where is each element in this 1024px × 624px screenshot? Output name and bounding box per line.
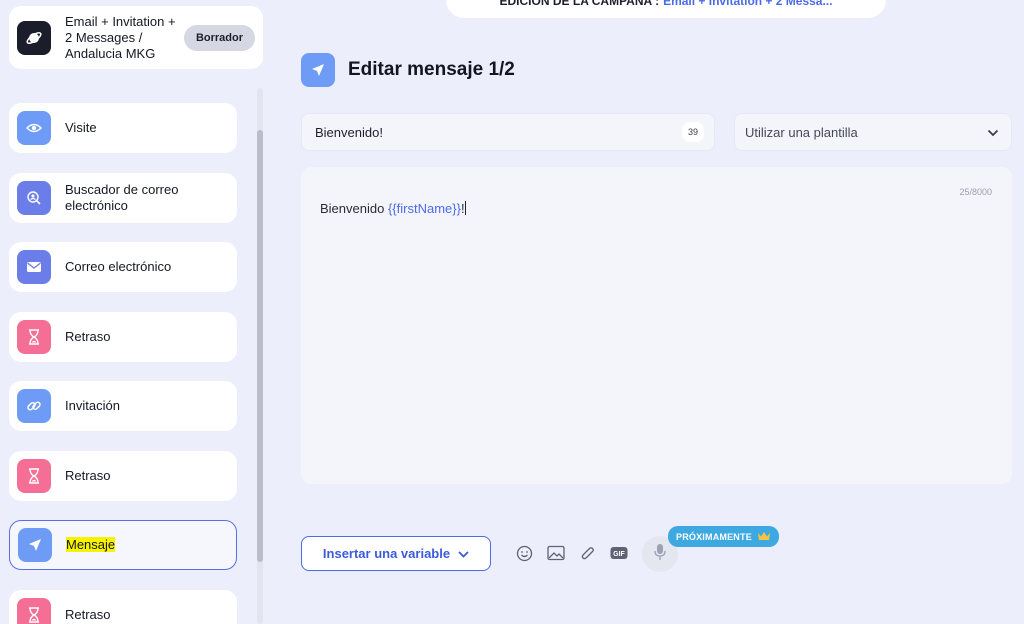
step-email[interactable]: Correo electrónico (9, 242, 237, 292)
campaign-edit-banner: EDICIÓN DE LA CAMPAÑA : Email + Invitati… (446, 0, 886, 18)
step-label: Retraso (65, 329, 111, 344)
coming-soon-badge: PRÓXIMAMENTE (668, 526, 779, 547)
hourglass-icon (17, 320, 51, 354)
step-label: Invitación (65, 398, 120, 413)
hourglass-icon (17, 598, 51, 624)
emoji-icon[interactable] (515, 544, 533, 562)
gif-icon[interactable]: GIF (610, 544, 628, 562)
text-caret (464, 201, 466, 215)
message-editor[interactable]: 25/8000 Bienvenido {{firstName}}! (301, 167, 1012, 484)
step-delay[interactable]: Retraso (9, 590, 237, 624)
step-delay[interactable]: Retraso (9, 312, 237, 362)
status-badge: Borrador (183, 24, 255, 51)
step-message[interactable]: Mensaje (9, 520, 237, 570)
envelope-icon (17, 250, 51, 284)
banner-campaign-link[interactable]: Email + Invitation + 2 Messa... (663, 0, 832, 8)
banner-label: EDICIÓN DE LA CAMPAÑA : (499, 0, 660, 8)
message-body[interactable]: Bienvenido {{firstName}}! (320, 201, 466, 216)
sidebar-scrollbar-thumb[interactable] (257, 130, 263, 562)
chevron-down-icon (987, 125, 999, 140)
step-label: Visite (65, 120, 97, 135)
step-label: Retraso (65, 607, 111, 622)
hourglass-icon (17, 459, 51, 493)
step-label: Correo electrónico (65, 259, 172, 274)
chevron-down-icon (458, 546, 469, 561)
subject-char-count: 39 (682, 122, 704, 142)
insert-variable-button[interactable]: Insertar una variable (301, 536, 491, 571)
campaign-card[interactable]: Email + Invitation + 2 Messages / Andalu… (9, 6, 263, 69)
email-finder-icon (17, 181, 51, 215)
subject-input[interactable] (315, 124, 682, 140)
step-label: Retraso (65, 468, 111, 483)
microphone-icon (654, 543, 666, 566)
attachment-icon[interactable] (579, 544, 597, 562)
subject-field[interactable]: 39 (301, 113, 715, 151)
step-delay[interactable]: Retraso (9, 451, 237, 501)
page-title: Editar mensaje 1/2 (348, 59, 515, 80)
message-char-count: 25/8000 (959, 187, 992, 197)
step-label: Buscador de correo electrónico (65, 182, 179, 213)
template-select-label: Utilizar una plantilla (745, 124, 858, 140)
link-icon (17, 389, 51, 423)
send-icon (18, 528, 52, 562)
coming-soon-label: PRÓXIMAMENTE (676, 531, 752, 542)
sidebar: Email + Invitation + 2 Messages / Andalu… (0, 0, 272, 624)
message-text: Bienvenido (320, 201, 388, 216)
crown-icon (757, 531, 771, 543)
send-icon (301, 53, 335, 87)
insert-variable-label: Insertar una variable (322, 546, 451, 561)
eye-icon (17, 111, 51, 145)
template-select[interactable]: Utilizar una plantilla (734, 113, 1012, 151)
campaign-name: Email + Invitation + 2 Messages / Andalu… (65, 13, 176, 61)
image-icon[interactable] (547, 544, 565, 562)
variable-token: {{firstName}} (387, 201, 461, 216)
gif-label: GIF (613, 551, 625, 558)
step-label: Mensaje (66, 537, 206, 553)
highlighted-label: Mensaje (66, 537, 116, 552)
planet-icon (17, 20, 51, 55)
step-email-finder[interactable]: Buscador de correo electrónico (9, 173, 237, 223)
step-visit[interactable]: Visite (9, 103, 237, 153)
step-invitation[interactable]: Invitación (9, 381, 237, 431)
